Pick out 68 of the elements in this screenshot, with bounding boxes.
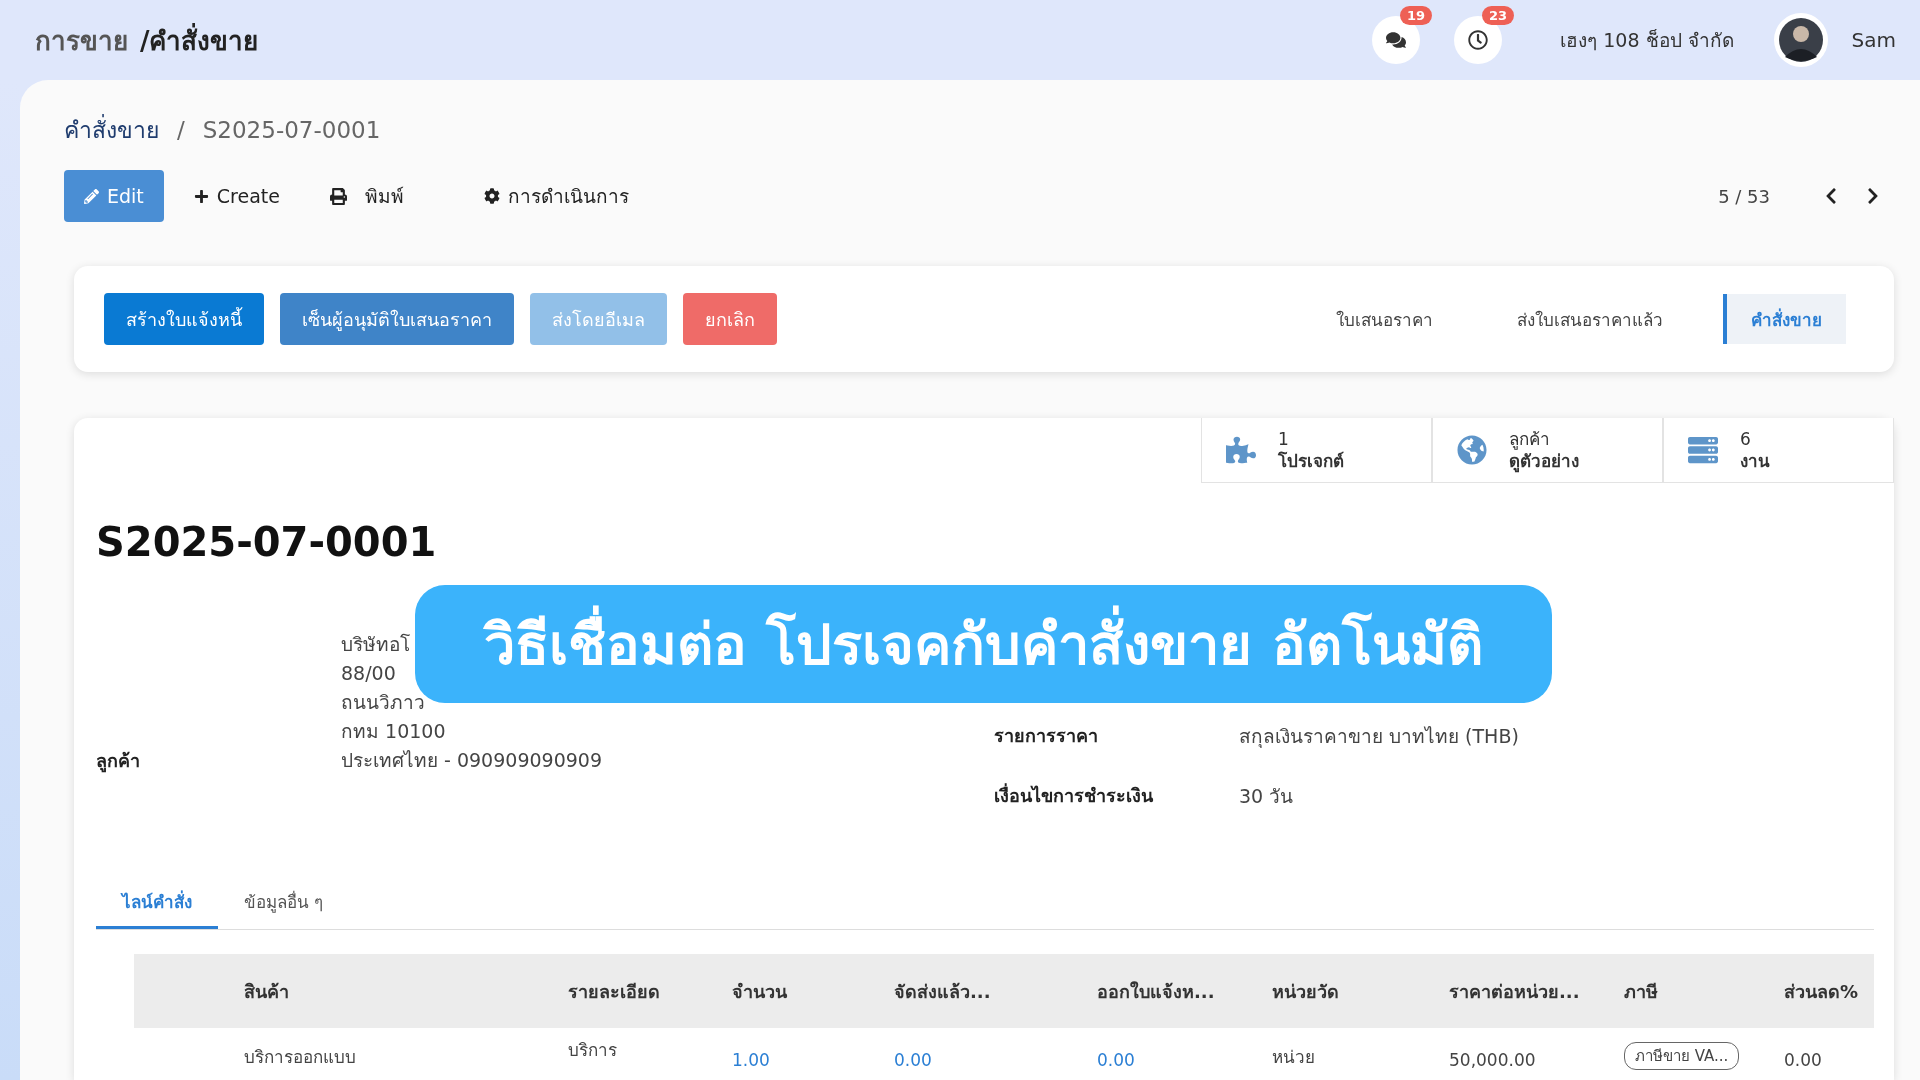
tab[interactable]: ไลน์คำสั่ง	[96, 877, 218, 929]
record-title: S2025-07-0001	[96, 519, 438, 565]
smart-label: โปรเจกต์	[1278, 450, 1344, 472]
stacked-bars-icon	[1688, 435, 1718, 465]
field-label: ลูกค้า	[96, 749, 141, 775]
column-header[interactable]: รายละเอียด	[568, 976, 732, 1006]
smart-value: 6	[1740, 428, 1752, 450]
table-cell-text: บริการออกแบบ	[244, 1046, 357, 1069]
column-header[interactable]: ออกใบแจ้งห...	[1097, 976, 1272, 1006]
action-button[interactable]: สร้างใบแจ้งหนี้	[104, 293, 264, 345]
address-line: กทม 10100	[341, 719, 447, 744]
smart-label: ดูตัวอย่าง	[1509, 450, 1579, 472]
address-line: บริษัทอโ	[341, 632, 411, 657]
tab[interactable]: ข้อมูลอื่น ๆ	[218, 877, 350, 929]
gear-icon	[483, 188, 500, 204]
field-label: รายการราคา	[994, 724, 1099, 748]
field-value: สกุลเงินราคาขาย บาทไทย (THB)	[1239, 724, 1519, 750]
column-header[interactable]: จำนวน	[732, 976, 894, 1006]
breadcrumb-current: S2025-07-0001	[202, 117, 381, 143]
column-header[interactable]: จัดส่งแล้ว...	[894, 976, 1097, 1006]
puzzle-icon	[1226, 435, 1256, 465]
smart-value: 1	[1278, 428, 1290, 450]
table-cell-text: หน่วย	[1272, 1046, 1316, 1069]
field-label: เงื่อนไขการชำระเงิน	[994, 782, 1154, 808]
smart-button[interactable]: 6 งาน	[1663, 418, 1894, 483]
pager: 5 / 53	[1718, 185, 1770, 207]
table-cell-text: 0.00	[894, 1050, 933, 1070]
create-button[interactable]: Create	[173, 170, 300, 222]
avatar[interactable]	[1773, 13, 1828, 67]
print-button[interactable]: พิมพ์	[309, 170, 424, 222]
tax-tag: ภาษีขาย VA...	[1624, 1042, 1740, 1070]
smart-value: ลูกค้า	[1509, 428, 1551, 450]
column-header[interactable]: หน่วยวัด	[1272, 976, 1449, 1006]
globe-icon	[1457, 435, 1487, 465]
stage-button[interactable]: ส่งใบเสนอราคาแล้ว	[1493, 294, 1687, 344]
breadcrumb-link[interactable]: คำสั่งขาย	[64, 112, 159, 148]
column-header[interactable]: สินค้า	[244, 976, 568, 1006]
count-badge: 19	[1400, 6, 1433, 25]
clock-icon	[1468, 30, 1489, 50]
stage-button[interactable]: ใบเสนอราคา	[1312, 294, 1457, 344]
column-header[interactable]: ส่วนลด%	[1784, 976, 1874, 1006]
table-cell-text: 50,000.00	[1449, 1050, 1537, 1070]
column-header[interactable]: ราคาต่อหน่วย...	[1449, 976, 1624, 1006]
app-breadcrumb[interactable]: การขาย	[35, 19, 128, 61]
smart-label: งาน	[1740, 450, 1770, 472]
user-name[interactable]: Sam	[1851, 28, 1896, 52]
field-value: 30 วัน	[1239, 784, 1294, 809]
count-badge: 23	[1482, 6, 1515, 25]
chat-icon	[1386, 30, 1407, 50]
action-button[interactable]: การดำเนินการ	[463, 170, 649, 222]
table-cell-text: 0.00	[1784, 1050, 1823, 1070]
plus-icon	[193, 188, 209, 204]
action-button[interactable]: เซ็นผู้อนุมัติใบเสนอราคา	[280, 293, 514, 345]
pencil-icon	[84, 188, 99, 204]
smart-button[interactable]: ลูกค้า ดูตัวอย่าง	[1432, 418, 1663, 483]
breadcrumb-separator: /	[177, 117, 185, 143]
printer-icon	[329, 187, 347, 205]
address-line: ประเทศไทย - 090909090909	[341, 748, 602, 773]
address-line: ถนนวิภาว	[341, 690, 426, 715]
table-cell-text: บริการ	[568, 1039, 618, 1062]
table-cell-text: 1.00	[732, 1050, 771, 1070]
app-breadcrumb: /คำสั่งขาย	[140, 22, 259, 58]
address-line: 88/00	[341, 661, 397, 686]
stage-button[interactable]: คำสั่งขาย	[1723, 294, 1846, 344]
smart-button[interactable]: 1 โปรเจกต์	[1201, 418, 1432, 483]
table-cell-text: 0.00	[1097, 1050, 1136, 1070]
column-header[interactable]: ภาษี	[1624, 976, 1784, 1006]
company-name[interactable]: เฮงๆ 108 ช็อป จำกัด	[1560, 25, 1734, 55]
